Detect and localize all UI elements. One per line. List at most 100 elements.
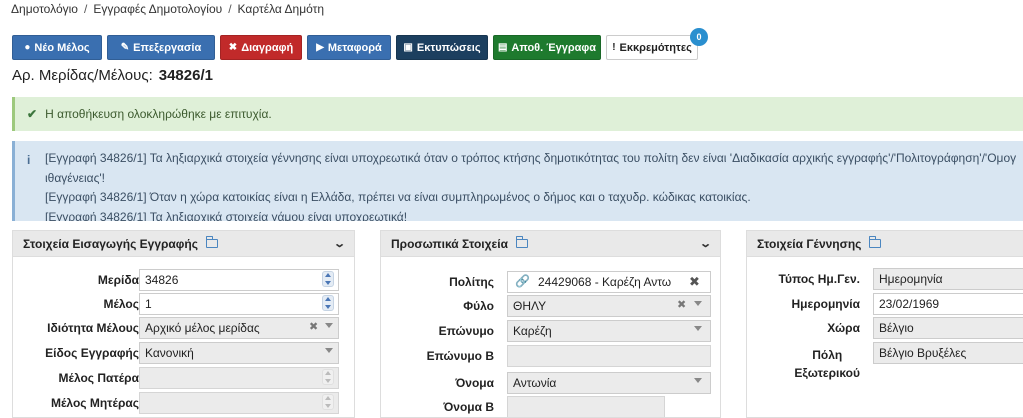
info-alert: i [Εγγραφή 34826/1] Τα ληξιαρχικά στοιχε…	[12, 141, 1023, 221]
merida-label: Μερίδα	[97, 273, 139, 287]
success-message: Η αποθήκευση ολοκληρώθηκε με επιτυχία.	[45, 107, 272, 121]
exclamation-icon: !	[612, 41, 616, 53]
xwra-label: Χώρα	[827, 321, 860, 335]
pending-label: Εκκρεμότητες	[619, 41, 692, 54]
clear-icon[interactable]: ✖	[677, 298, 686, 311]
eponymo-row: Επώνυμο Καρέζη	[381, 320, 720, 342]
idiotita-label: Ιδιότητα Μέλους	[47, 321, 139, 335]
entry-data-panel: Στοιχεία Εισαγωγής Εγγραφής ⌄ Μερίδα 348…	[12, 230, 355, 418]
folder-icon[interactable]	[205, 236, 218, 248]
info-message: ιθαγένειας'!	[45, 170, 105, 185]
breadcrumb-item-citizen-card: Καρτέλα Δημότη	[237, 2, 325, 16]
melos-field[interactable]: 1	[139, 293, 339, 315]
personal-data-panel: Προσωπικά Στοιχεία ⌄ Πολίτης 24429068 - …	[380, 230, 721, 418]
pending-count-badge: 0	[690, 28, 708, 46]
onoma-b-row: Όνομα Β	[381, 396, 720, 417]
edit-label: Επεξεργασία	[133, 41, 202, 54]
panel-title: Στοιχεία Εισαγωγής Εγγραφής	[23, 236, 198, 251]
mitera-label: Μέλος Μητέρας	[51, 396, 139, 410]
folder-icon[interactable]	[869, 236, 882, 248]
onoma-select[interactable]: Αντωνία	[507, 372, 711, 394]
pateras-label: Μέλος Πατέρα	[58, 371, 139, 385]
melos-row: Μέλος 1	[13, 293, 354, 315]
poli-label: Πόλη Εξωτερικού	[794, 346, 860, 382]
melos-label: Μέλος	[103, 297, 139, 311]
date-row: Ημερομηνία 23/02/1969	[747, 293, 1023, 315]
edit-icon: ✎	[120, 41, 130, 53]
document-icon: ▤	[497, 41, 508, 53]
onoma-b-label: Όνομα Β	[443, 400, 494, 414]
eidos-select[interactable]: Κανονική	[139, 342, 339, 364]
poli-label-line: Πόλη	[812, 348, 843, 362]
breadcrumb: Δημοτολόγιο / Εγγραφές Δημοτολογίου / Καρτέλ…	[11, 2, 324, 18]
info-message: [Εγγραφή 34826/1] Όταν η χώρα κατοικίας …	[45, 190, 751, 204]
chevron-down-icon[interactable]	[694, 378, 702, 383]
panel-title: Στοιχεία Γέννησης	[757, 236, 862, 251]
politis-field[interactable]: 24429068 - Καρέζη Αντω	[507, 271, 711, 293]
pateras-field	[139, 367, 339, 389]
birth-data-panel-header[interactable]: Στοιχεία Γέννησης	[747, 231, 1023, 257]
stored-documents-button[interactable]: ▤ Αποθ. Έγγραφα	[493, 35, 601, 60]
poli-label-line: Εξωτερικού	[794, 366, 860, 380]
eidos-row: Είδος Εγγραφής Κανονική	[13, 342, 354, 364]
breadcrumb-separator: /	[228, 2, 232, 16]
check-icon: ✔	[27, 107, 38, 121]
merida-stepper[interactable]	[322, 271, 334, 287]
clear-icon[interactable]: ✖	[689, 274, 700, 290]
file-icon: ▣	[403, 41, 413, 53]
poli-row: Πόλη Εξωτερικού Βέλγιο Βρυξέλες	[747, 342, 1023, 382]
personal-data-panel-header[interactable]: Προσωπικά Στοιχεία ⌄	[381, 231, 720, 257]
chevron-down-icon[interactable]	[694, 301, 702, 306]
users-icon: ●	[24, 41, 31, 53]
edit-button[interactable]: ✎ Επεξεργασία	[107, 35, 215, 60]
success-alert: ✔ Η αποθήκευση ολοκληρώθηκε με επιτυχία.	[12, 97, 1023, 131]
print-button[interactable]: ▣ Εκτυπώσεις	[396, 35, 488, 60]
play-icon: ▶	[316, 41, 324, 53]
pateras-stepper	[322, 369, 334, 385]
typos-row: Τύπος Ημ.Γεν. Ημερομηνία	[747, 268, 1023, 290]
onoma-row: Όνομα Αντωνία	[381, 372, 720, 394]
politis-label: Πολίτης	[449, 275, 494, 289]
chevron-down-icon[interactable]: ⌄	[333, 237, 346, 250]
pending-button[interactable]: ! Εκκρεμότητες	[606, 35, 698, 60]
xwra-select[interactable]: Βέλγιο	[873, 317, 1023, 339]
fylo-row: Φύλο ΘΗΛΥ ✖	[381, 295, 720, 317]
eponymo-b-label: Επώνυμο Β	[426, 349, 494, 363]
delete-label: Διαγραφή	[241, 41, 294, 54]
eponymo-select[interactable]: Καρέζη	[507, 320, 711, 342]
entry-data-panel-header[interactable]: Στοιχεία Εισαγωγής Εγγραφής ⌄	[13, 231, 354, 257]
fylo-label: Φύλο	[463, 299, 494, 313]
move-label: Μεταφορά	[327, 41, 382, 54]
poli-select[interactable]: Βέλγιο Βρυξέλες	[873, 342, 1023, 364]
merida-field[interactable]: 34826	[139, 269, 339, 291]
eponymo-b-field[interactable]	[507, 345, 711, 367]
print-label: Εκτυπώσεις	[416, 41, 481, 54]
breadcrumb-item-records[interactable]: Εγγραφές Δημοτολογίου	[93, 2, 222, 16]
chevron-down-icon[interactable]	[694, 326, 702, 331]
move-button[interactable]: ▶ Μεταφορά	[307, 35, 391, 60]
chevron-down-icon[interactable]	[325, 323, 333, 328]
folder-icon[interactable]	[515, 236, 528, 248]
new-member-label: Νέο Μέλος	[34, 41, 90, 54]
chevron-down-icon[interactable]	[325, 348, 333, 353]
clear-icon[interactable]: ✖	[309, 320, 318, 333]
typos-select[interactable]: Ημερομηνία	[873, 268, 1023, 290]
eponymo-b-row: Επώνυμο Β	[381, 345, 720, 367]
breadcrumb-separator: /	[83, 2, 88, 16]
info-message: [Εγγραφή 34826/1] Τα ληξιαρχικά στοιχεία…	[45, 209, 408, 222]
record-label: Αρ. Μερίδας/Μέλους:	[12, 67, 153, 84]
chevron-down-icon[interactable]: ⌄	[699, 237, 712, 250]
melos-stepper[interactable]	[322, 295, 334, 311]
birth-data-panel: Στοιχεία Γέννησης Τύπος Ημ.Γεν. Ημερομην…	[746, 230, 1023, 418]
date-field[interactable]: 23/02/1969	[873, 293, 1023, 315]
link-icon[interactable]: 🔗	[515, 274, 530, 288]
breadcrumb-item-demotologio[interactable]: Δημοτολόγιο	[11, 2, 78, 16]
new-member-button[interactable]: ● Νέο Μέλος	[12, 35, 102, 60]
idiotita-row: Ιδιότητα Μέλους Αρχικό μέλος μερίδας ✖	[13, 317, 354, 339]
onoma-label: Όνομα	[455, 376, 494, 390]
mitera-stepper	[322, 394, 334, 410]
delete-button[interactable]: ✖ Διαγραφή	[220, 35, 302, 60]
onoma-b-field[interactable]	[507, 396, 665, 417]
record-number: 34826/1	[158, 67, 213, 84]
date-label: Ημερομηνία	[791, 297, 860, 311]
